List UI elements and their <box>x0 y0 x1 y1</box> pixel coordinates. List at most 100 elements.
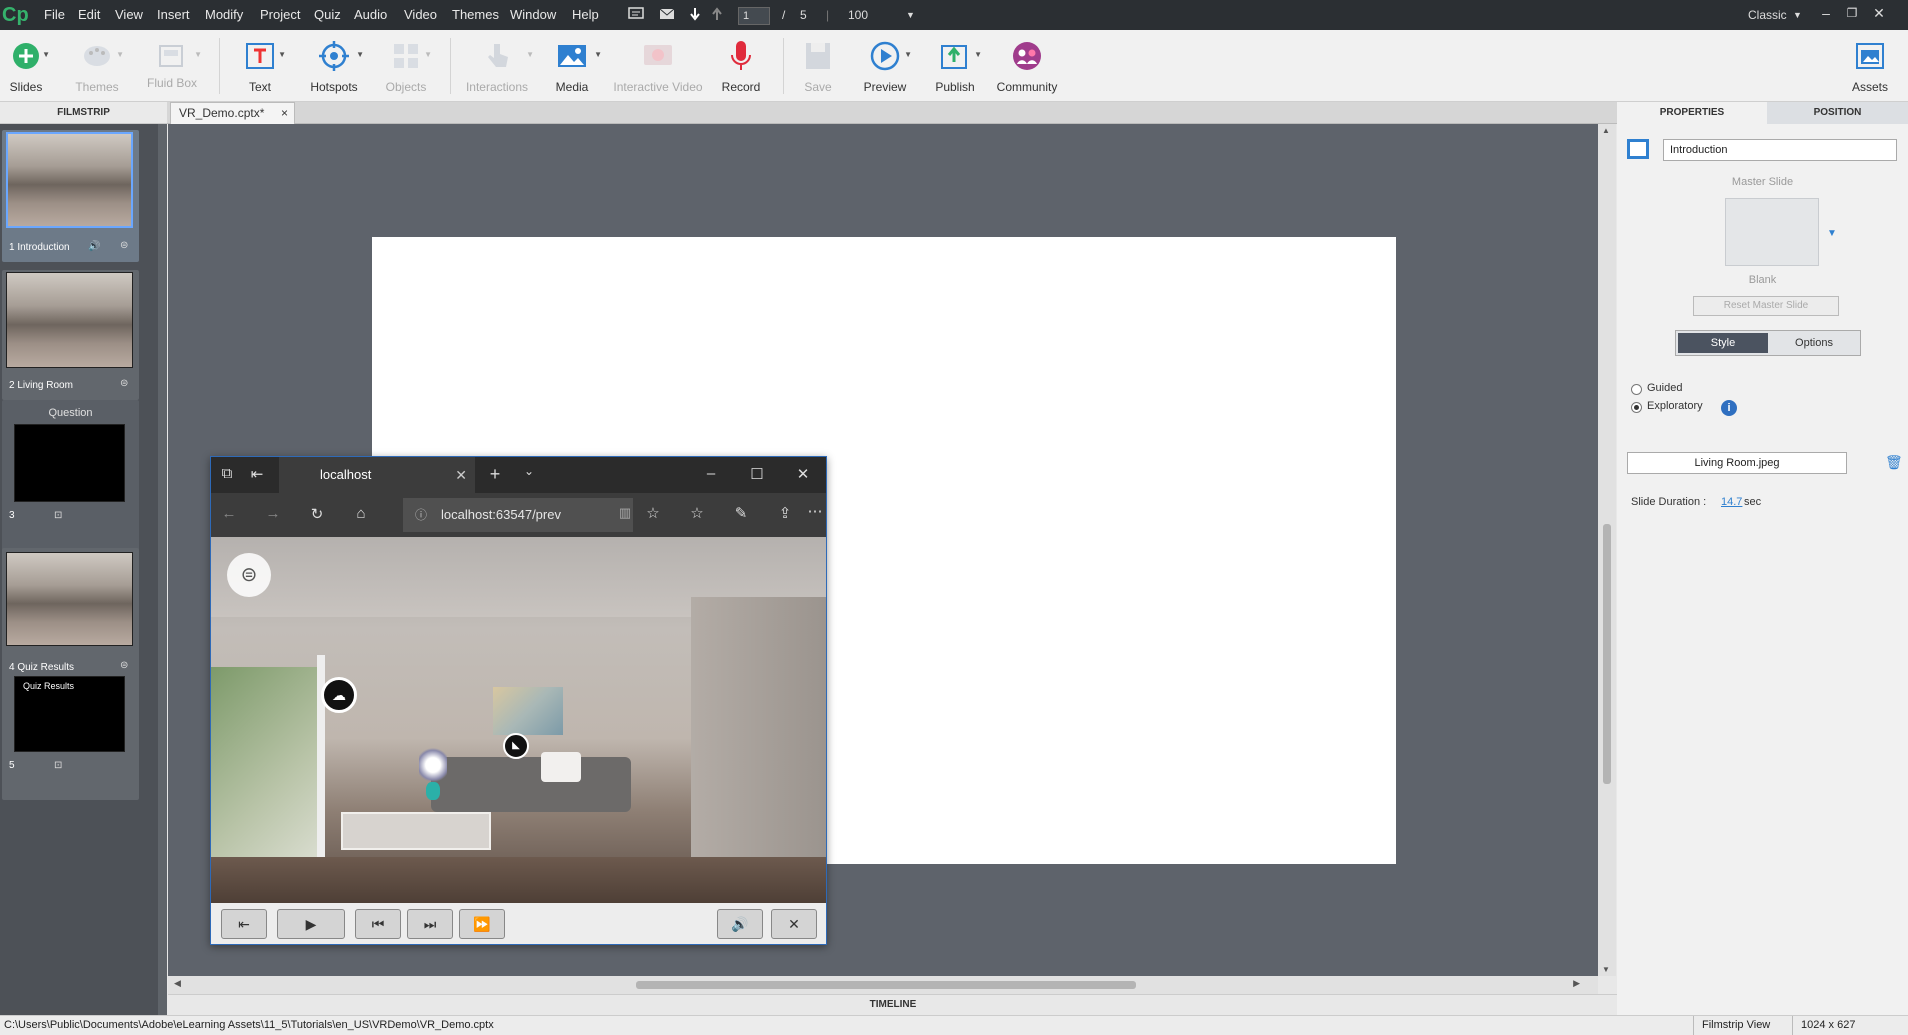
zoom-level[interactable]: 100 <box>848 0 868 30</box>
hotspot-icon[interactable]: ◣ <box>503 733 529 759</box>
timeline-header[interactable]: TIMELINE <box>168 994 1618 1015</box>
guided-radio[interactable] <box>1631 384 1642 395</box>
horizontal-scrollbar[interactable]: ◀ ▶ <box>168 976 1598 994</box>
workspace-selector[interactable]: Classic <box>1748 0 1787 30</box>
menu-edit[interactable]: Edit <box>78 0 100 30</box>
hotspots-button[interactable]: ▼ Hotspots <box>306 30 364 102</box>
publish-dropdown-icon[interactable]: ▼ <box>974 50 982 59</box>
browser-maximize-icon[interactable]: ☐ <box>747 465 767 483</box>
browser-minimize-icon[interactable]: – <box>701 465 721 482</box>
set-aside-tabs-icon[interactable]: ⇤ <box>247 465 267 483</box>
fast-forward-icon[interactable]: ⏩ <box>459 909 505 939</box>
slides-dropdown-icon[interactable]: ▼ <box>42 50 50 59</box>
close-playbar-icon[interactable]: ✕ <box>771 909 817 939</box>
arrow-down-icon[interactable] <box>686 6 704 22</box>
reading-view-icon[interactable]: ▥ <box>615 505 635 521</box>
menu-themes[interactable]: Themes <box>452 0 499 30</box>
tab-position[interactable]: POSITION <box>1767 102 1908 124</box>
scroll-up-icon[interactable]: ▲ <box>1602 126 1610 135</box>
zoom-dropdown-icon[interactable]: ▼ <box>906 0 915 30</box>
assets-button[interactable]: Assets <box>1848 30 1892 102</box>
slides-button[interactable]: ▼ Slides <box>4 30 50 102</box>
tab-preview-chevron-icon[interactable]: ⌄ <box>519 464 539 478</box>
refresh-icon[interactable]: ↻ <box>307 505 327 523</box>
slide-color-swatch[interactable] <box>1627 139 1649 159</box>
close-tab-icon[interactable]: × <box>281 103 288 123</box>
scroll-thumb[interactable] <box>1603 524 1611 784</box>
arrow-up-icon[interactable] <box>708 6 726 22</box>
share-icon[interactable]: ⇪ <box>775 504 795 522</box>
more-options-icon[interactable]: ⋯ <box>805 502 825 520</box>
slide-duration-value[interactable]: 14.7 <box>1721 496 1742 508</box>
new-tab-icon[interactable]: + <box>485 464 505 485</box>
master-slide-preview[interactable] <box>1725 198 1819 266</box>
address-bar[interactable]: ⓘ localhost:63547/prev <box>403 498 633 532</box>
favorites-hub-icon[interactable]: ☆ <box>687 504 707 522</box>
browser-close-icon[interactable]: ✕ <box>793 465 813 483</box>
preview-dropdown-icon[interactable]: ▼ <box>904 50 912 59</box>
filmstrip-slide-4[interactable]: 4 Quiz Results ⊜ Quiz Results 5 ⊡ <box>2 548 139 800</box>
exploratory-radio[interactable] <box>1631 402 1642 413</box>
text-button[interactable]: ▼ Text <box>236 30 286 102</box>
record-button[interactable]: Record <box>718 30 764 102</box>
trash-icon[interactable]: 🗑 <box>1885 454 1903 471</box>
audio-icon[interactable]: 🔊 <box>717 909 763 939</box>
vr-image-file[interactable]: Living Room.jpeg <box>1627 452 1847 474</box>
close-tab-icon[interactable]: ✕ <box>455 457 467 493</box>
minimize-icon[interactable]: – <box>1813 0 1839 30</box>
info-icon[interactable]: i <box>1721 400 1737 416</box>
menu-quiz[interactable]: Quiz <box>314 0 341 30</box>
filmstrip-slide-2[interactable]: 2 Living Room ⊜ <box>2 270 139 400</box>
close-icon[interactable]: ✕ <box>1866 0 1892 30</box>
media-dropdown-icon[interactable]: ▼ <box>594 50 602 59</box>
forward-icon[interactable]: → <box>263 505 283 522</box>
mail-icon[interactable] <box>658 6 676 22</box>
options-tab[interactable]: Options <box>1770 333 1858 353</box>
tab-properties[interactable]: PROPERTIES <box>1617 102 1767 124</box>
text-dropdown-icon[interactable]: ▼ <box>278 50 286 59</box>
workspace-dropdown-icon[interactable]: ▼ <box>1793 0 1802 30</box>
menu-view[interactable]: View <box>115 0 143 30</box>
web-note-pen-icon[interactable]: ✎ <box>731 504 751 522</box>
hotspot-icon[interactable]: ☁ <box>321 677 357 713</box>
document-tab[interactable]: VR_Demo.cptx* × <box>170 102 295 124</box>
favorite-star-icon[interactable]: ☆ <box>643 504 663 522</box>
restore-icon[interactable]: ❐ <box>1839 0 1865 30</box>
hotspots-dropdown-icon[interactable]: ▼ <box>356 50 364 59</box>
publish-button[interactable]: ▼ Publish <box>930 30 982 102</box>
comment-icon[interactable] <box>627 6 645 22</box>
filmstrip-slide-1[interactable]: 1 Introduction 🔊 ⊜ <box>2 130 139 262</box>
browser-tab[interactable]: localhost ✕ <box>279 457 475 493</box>
preview-button[interactable]: ▼ Preview <box>860 30 912 102</box>
menu-audio[interactable]: Audio <box>354 0 387 30</box>
vr-gyro-icon[interactable]: ⊜ <box>227 553 271 597</box>
slide-name-input[interactable]: Introduction <box>1663 139 1897 161</box>
current-slide-input[interactable]: 1 <box>738 7 770 25</box>
scroll-right-icon[interactable]: ▶ <box>1573 978 1580 989</box>
rewind-icon[interactable]: ⏮ <box>355 909 401 939</box>
vertical-scrollbar[interactable]: ▲ ▼ <box>1598 124 1616 976</box>
menu-help[interactable]: Help <box>572 0 599 30</box>
menu-video[interactable]: Video <box>404 0 437 30</box>
play-icon[interactable]: ▶ <box>277 909 345 939</box>
menu-file[interactable]: File <box>44 0 65 30</box>
menu-insert[interactable]: Insert <box>157 0 190 30</box>
community-button[interactable]: Community <box>994 30 1060 102</box>
master-slide-dropdown-icon[interactable]: ▼ <box>1827 228 1837 239</box>
exit-icon[interactable]: ⇤ <box>221 909 267 939</box>
filmstrip-scrollbar[interactable] <box>158 124 167 1015</box>
vr-360-viewport[interactable]: ⊜ ☁ ◣ <box>211 537 826 903</box>
back-icon[interactable]: ← <box>219 505 239 522</box>
info-icon[interactable]: ⓘ <box>415 498 427 532</box>
media-button[interactable]: ▼ Media <box>544 30 602 102</box>
style-tab[interactable]: Style <box>1678 333 1768 353</box>
home-icon[interactable]: ⌂ <box>351 505 371 522</box>
menu-window[interactable]: Window <box>510 0 556 30</box>
scroll-thumb[interactable] <box>636 981 1136 989</box>
menu-project[interactable]: Project <box>260 0 300 30</box>
menu-modify[interactable]: Modify <box>205 0 243 30</box>
next-slide-icon[interactable]: ⏭ <box>407 909 453 939</box>
scroll-left-icon[interactable]: ◀ <box>174 978 181 989</box>
tab-manager-icon[interactable]: ⧉ <box>217 465 237 482</box>
scroll-down-icon[interactable]: ▼ <box>1602 965 1610 974</box>
